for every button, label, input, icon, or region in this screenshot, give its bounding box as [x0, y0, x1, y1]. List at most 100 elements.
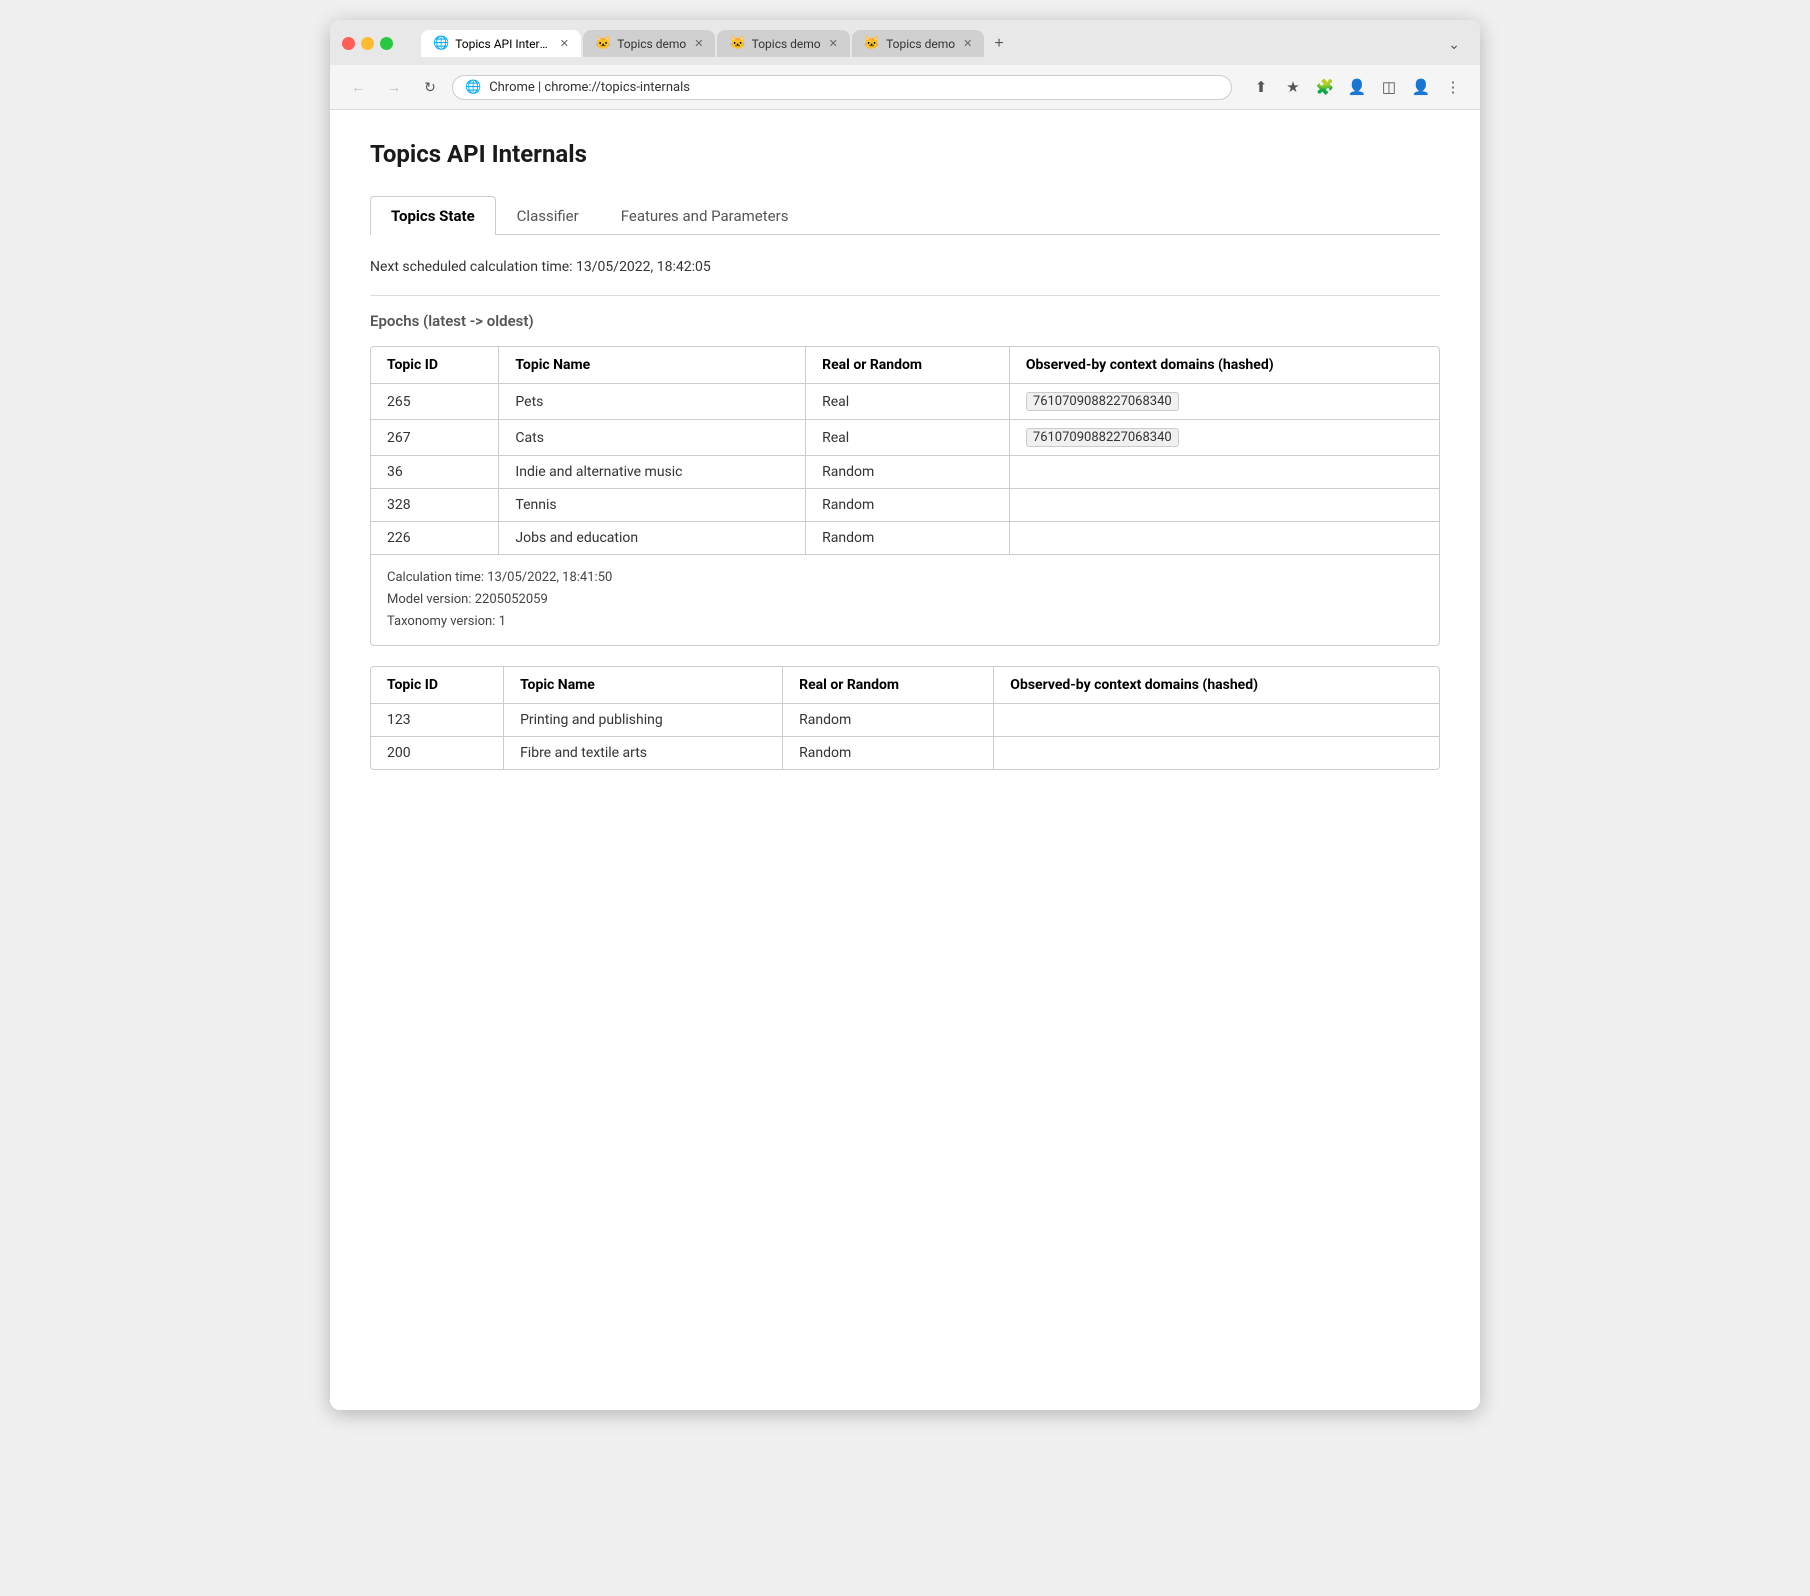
tab-4-close[interactable]: ✕ [963, 37, 972, 50]
sidebar-icon: ◫ [1382, 78, 1396, 96]
col-domains: Observed-by context domains (hashed) [1009, 347, 1439, 384]
cell-real-or-random: Random [783, 737, 994, 770]
epoch-1-meta: Calculation time: 13/05/2022, 18:41:50 M… [371, 554, 1439, 645]
star-icon: ★ [1286, 78, 1299, 96]
epoch2-header-row: Topic ID Topic Name Real or Random Obser… [371, 667, 1439, 704]
col-topic-id: Topic ID [371, 347, 499, 384]
minimize-button[interactable] [361, 37, 374, 50]
nav-actions: ⬆ ★ 🧩 👤 ◫ 👤 ⋮ [1248, 74, 1466, 100]
tab-3-title: Topics demo [752, 37, 821, 51]
new-tab-button[interactable]: + [986, 31, 1011, 57]
menu-icon: ⋮ [1446, 78, 1461, 96]
address-bar[interactable]: 🌐 Chrome | chrome://topics-internals [452, 75, 1232, 100]
cell-domains [994, 737, 1439, 770]
cell-domains [994, 704, 1439, 737]
browser-window: 🌐 Topics API Intern… ✕ 🐱 Topics demo ✕ 🐱… [330, 20, 1480, 1410]
extensions-icon: 🧩 [1316, 78, 1335, 96]
page-title: Topics API Internals [370, 140, 1440, 168]
nav-bar: ← → ↻ 🌐 Chrome | chrome://topics-interna… [330, 65, 1480, 110]
epoch-1-taxonomy-version: Taxonomy version: 1 [387, 611, 1423, 633]
cell-topic-id: 265 [371, 384, 499, 420]
epoch2-col-real-or-random: Real or Random [783, 667, 994, 704]
cell-topic-id: 36 [371, 456, 499, 489]
epoch-1-calc-time: Calculation time: 13/05/2022, 18:41:50 [387, 567, 1423, 589]
epoch-1-table: Topic ID Topic Name Real or Random Obser… [371, 347, 1439, 554]
profile-extension-icon: 👤 [1348, 78, 1367, 96]
bookmark-button[interactable]: ★ [1280, 74, 1306, 100]
epoch2-col-topic-name: Topic Name [504, 667, 783, 704]
cell-topic-id: 226 [371, 522, 499, 555]
cell-domains [1009, 522, 1439, 555]
tab-menu-button[interactable]: ⌄ [1440, 33, 1468, 57]
forward-button[interactable]: → [380, 73, 408, 101]
cell-real-or-random: Real [806, 384, 1010, 420]
tab-1-favicon: 🌐 [433, 36, 449, 51]
table-row: 267CatsReal7610709088227068340 [371, 420, 1439, 456]
tab-4-title: Topics demo [886, 37, 955, 51]
cell-topic-name: Fibre and textile arts [504, 737, 783, 770]
epoch-2-card: Topic ID Topic Name Real or Random Obser… [370, 666, 1440, 770]
tab-2-title: Topics demo [617, 37, 686, 51]
forward-icon: → [387, 79, 401, 95]
cell-topic-id: 328 [371, 489, 499, 522]
cell-domains [1009, 456, 1439, 489]
content-tabs: Topics State Classifier Features and Par… [370, 196, 1440, 235]
cell-domains: 7610709088227068340 [1009, 384, 1439, 420]
cell-topic-name: Indie and alternative music [499, 456, 806, 489]
epochs-heading: Epochs (latest -> oldest) [370, 312, 1440, 330]
maximize-button[interactable] [380, 37, 393, 50]
tabs-row: 🌐 Topics API Intern… ✕ 🐱 Topics demo ✕ 🐱… [421, 30, 1468, 57]
tab-features-params[interactable]: Features and Parameters [600, 196, 810, 235]
address-text: Chrome | chrome://topics-internals [489, 80, 1219, 95]
tab-classifier[interactable]: Classifier [496, 196, 600, 235]
address-favicon: 🌐 [465, 80, 481, 95]
cell-real-or-random: Random [806, 522, 1010, 555]
cell-domains: 7610709088227068340 [1009, 420, 1439, 456]
epoch-1-model-version: Model version: 2205052059 [387, 589, 1423, 611]
col-real-or-random: Real or Random [806, 347, 1010, 384]
table-header-row: Topic ID Topic Name Real or Random Obser… [371, 347, 1439, 384]
profile-button[interactable]: 👤 [1408, 74, 1434, 100]
share-button[interactable]: ⬆ [1248, 74, 1274, 100]
cell-topic-name: Jobs and education [499, 522, 806, 555]
tab-2-favicon: 🐱 [595, 36, 611, 51]
tab-1-close[interactable]: ✕ [560, 37, 569, 50]
profile-extension-button[interactable]: 👤 [1344, 74, 1370, 100]
browser-tab-4[interactable]: 🐱 Topics demo ✕ [852, 30, 984, 57]
browser-tab-3[interactable]: 🐱 Topics demo ✕ [717, 30, 849, 57]
cell-real-or-random: Random [806, 456, 1010, 489]
tab-3-close[interactable]: ✕ [829, 37, 838, 50]
col-topic-name: Topic Name [499, 347, 806, 384]
page-content: Topics API Internals Topics State Classi… [330, 110, 1480, 1410]
cell-real-or-random: Real [806, 420, 1010, 456]
cell-topic-id: 267 [371, 420, 499, 456]
reload-button[interactable]: ↻ [416, 73, 444, 101]
table-row: 36Indie and alternative musicRandom [371, 456, 1439, 489]
menu-button[interactable]: ⋮ [1440, 74, 1466, 100]
cell-topic-id: 123 [371, 704, 504, 737]
title-bar: 🌐 Topics API Intern… ✕ 🐱 Topics demo ✕ 🐱… [330, 20, 1480, 65]
sidebar-button[interactable]: ◫ [1376, 74, 1402, 100]
tab-topics-state[interactable]: Topics State [370, 196, 496, 235]
extensions-button[interactable]: 🧩 [1312, 74, 1338, 100]
close-button[interactable] [342, 37, 355, 50]
table-row: 328TennisRandom [371, 489, 1439, 522]
section-divider [370, 295, 1440, 296]
reload-icon: ↻ [424, 79, 436, 96]
traffic-lights [342, 37, 393, 50]
epoch2-col-domains: Observed-by context domains (hashed) [994, 667, 1439, 704]
browser-tab-2[interactable]: 🐱 Topics demo ✕ [583, 30, 715, 57]
table-row: 200Fibre and textile artsRandom [371, 737, 1439, 770]
tab-1-title: Topics API Intern… [455, 37, 552, 51]
cell-topic-name: Cats [499, 420, 806, 456]
epoch-1-card: Topic ID Topic Name Real or Random Obser… [370, 346, 1440, 646]
table-row: 226Jobs and educationRandom [371, 522, 1439, 555]
tab-2-close[interactable]: ✕ [694, 37, 703, 50]
cell-real-or-random: Random [806, 489, 1010, 522]
back-button[interactable]: ← [344, 73, 372, 101]
epoch2-col-topic-id: Topic ID [371, 667, 504, 704]
browser-tab-1[interactable]: 🌐 Topics API Intern… ✕ [421, 30, 581, 57]
cell-topic-id: 200 [371, 737, 504, 770]
tab-4-favicon: 🐱 [864, 36, 880, 51]
cell-topic-name: Printing and publishing [504, 704, 783, 737]
